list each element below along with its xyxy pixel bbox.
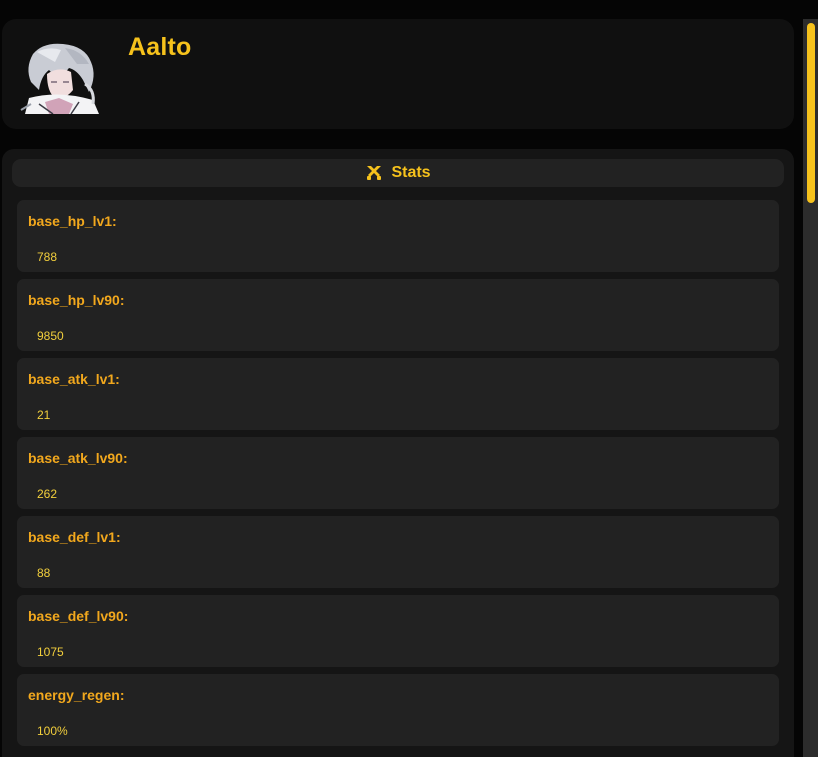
stat-label: base_hp_lv90: xyxy=(28,292,125,308)
stat-value: 9850 xyxy=(37,329,64,343)
stats-title: Stats xyxy=(391,164,431,181)
stat-label: energy_regen: xyxy=(28,687,125,703)
stat-value: 88 xyxy=(37,566,51,580)
stat-value: 100% xyxy=(37,724,68,738)
stat-card-base-def-lv90: base_def_lv90: 1075 xyxy=(17,595,779,667)
stat-card-energy-regen: energy_regen: 100% xyxy=(17,674,779,746)
stat-value: 788 xyxy=(37,250,58,264)
page-viewport: Aalto Stats base_hp_lv1: 788 base_hp_lv9… xyxy=(0,0,803,757)
avatar xyxy=(19,40,99,114)
stat-card-base-atk-lv90: base_atk_lv90: 262 xyxy=(17,437,779,509)
stat-label: base_atk_lv1: xyxy=(28,371,120,387)
character-header: Aalto xyxy=(2,19,794,129)
stat-label: base_hp_lv1: xyxy=(28,213,117,229)
stat-card-base-atk-lv1: base_atk_lv1: 21 xyxy=(17,358,779,430)
stat-label: base_def_lv90: xyxy=(28,608,129,624)
stat-value: 1075 xyxy=(37,645,64,659)
stats-panel: Stats base_hp_lv1: 788 base_hp_lv90: 985… xyxy=(2,149,794,757)
stat-value: 262 xyxy=(37,487,58,501)
vertical-scrollbar[interactable] xyxy=(803,19,818,757)
stat-card-base-def-lv1: base_def_lv1: 88 xyxy=(17,516,779,588)
character-name: Aalto xyxy=(128,33,192,61)
stat-card-base-hp-lv90: base_hp_lv90: 9850 xyxy=(17,279,779,351)
stat-card-base-hp-lv1: base_hp_lv1: 788 xyxy=(17,200,779,272)
crossed-swords-icon xyxy=(367,166,382,180)
stat-label: base_def_lv1: xyxy=(28,529,121,545)
scrollbar-thumb[interactable] xyxy=(807,23,815,203)
stat-label: base_atk_lv90: xyxy=(28,450,128,466)
stats-header[interactable]: Stats xyxy=(12,159,784,187)
stat-value: 21 xyxy=(37,408,51,422)
